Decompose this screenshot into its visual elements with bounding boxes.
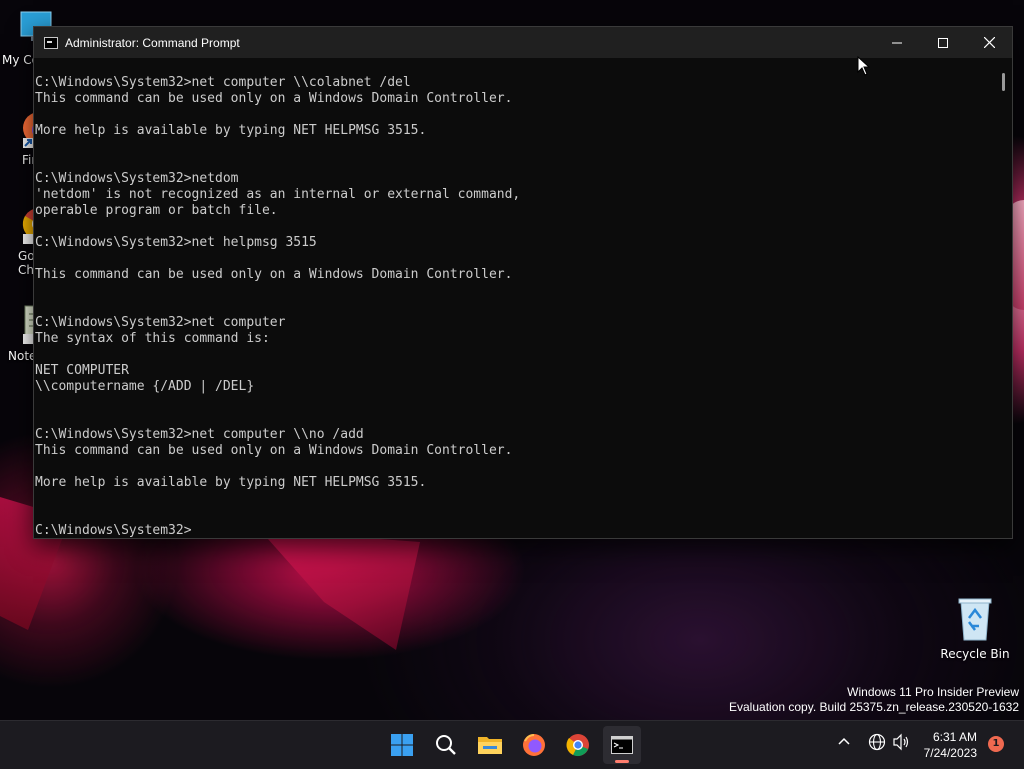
taskbar-command-prompt[interactable] bbox=[603, 726, 641, 764]
console-line: This command can be used only on a Windo… bbox=[35, 91, 513, 106]
taskbar-file-explorer[interactable] bbox=[471, 726, 509, 764]
mouse-cursor-icon bbox=[857, 55, 871, 80]
taskbar-clock[interactable]: 6:31 AM 7/24/2023 bbox=[924, 729, 977, 761]
windows-watermark: Windows 11 Pro Insider Preview Evaluatio… bbox=[729, 685, 1019, 715]
close-icon bbox=[983, 37, 995, 48]
console-line: More help is available by typing NET HEL… bbox=[35, 123, 427, 138]
notification-badge[interactable]: 1 bbox=[988, 736, 1004, 752]
command-prompt-icon bbox=[44, 36, 58, 49]
windows-start-icon bbox=[391, 734, 413, 756]
console-line: This command can be used only on a Windo… bbox=[35, 267, 513, 282]
folder-icon bbox=[478, 737, 502, 754]
globe-icon bbox=[868, 733, 886, 751]
console-line: C:\Windows\System32>net helpmsg 3515 bbox=[35, 235, 317, 250]
show-hidden-icons-button[interactable] bbox=[837, 733, 851, 752]
maximize-button[interactable] bbox=[920, 27, 966, 58]
volume-control[interactable] bbox=[892, 733, 910, 755]
window-titlebar[interactable]: Administrator: Command Prompt bbox=[34, 27, 1012, 58]
minimize-button[interactable] bbox=[874, 27, 920, 58]
clock-time: 6:31 AM bbox=[932, 730, 977, 744]
console-line: NET COMPUTER bbox=[35, 363, 129, 378]
console-line: C:\Windows\System32>net computer \\no /a… bbox=[35, 427, 364, 442]
desktop-icon-label: Recycle Bin bbox=[940, 647, 1010, 661]
console-line: 'netdom' is not recognized as an interna… bbox=[35, 187, 521, 202]
vertical-scrollbar[interactable] bbox=[995, 58, 1012, 538]
console-line: This command can be used only on a Windo… bbox=[35, 443, 513, 458]
search-icon bbox=[436, 735, 456, 755]
console-line: \\computername {/ADD | /DEL} bbox=[35, 379, 255, 394]
recycle-bin-icon bbox=[940, 596, 1010, 645]
maximize-icon bbox=[938, 37, 948, 48]
firefox-icon bbox=[523, 734, 545, 756]
terminal-icon bbox=[611, 736, 633, 754]
close-button[interactable] bbox=[966, 27, 1012, 58]
network-status[interactable] bbox=[868, 733, 886, 755]
minimize-icon bbox=[892, 42, 902, 43]
taskbar-search-button[interactable] bbox=[427, 726, 465, 764]
window-controls bbox=[874, 27, 1012, 58]
console-line: The syntax of this command is: bbox=[35, 331, 270, 346]
desktop-icon-recycle-bin[interactable]: Recycle Bin bbox=[940, 596, 1010, 661]
console-output[interactable]: C:\Windows\System32>net computer \\colab… bbox=[34, 58, 995, 538]
console-line: More help is available by typing NET HEL… bbox=[35, 475, 427, 490]
taskbar-start-button[interactable] bbox=[383, 726, 421, 764]
console-line: operable program or batch file. bbox=[35, 203, 278, 218]
taskbar: 6:31 AM 7/24/2023 1 bbox=[0, 720, 1024, 769]
watermark-edition: Windows 11 Pro Insider Preview bbox=[847, 685, 1019, 699]
chrome-icon bbox=[566, 734, 589, 757]
console-line: C:\Windows\System32>netdom bbox=[35, 171, 239, 186]
taskbar-firefox[interactable] bbox=[515, 726, 553, 764]
console-line: C:\Windows\System32>net computer bbox=[35, 315, 286, 330]
clock-date: 7/24/2023 bbox=[923, 746, 977, 760]
taskbar-chrome[interactable] bbox=[559, 726, 597, 764]
command-prompt-window[interactable]: Administrator: Command Prompt C:\Windows… bbox=[33, 26, 1013, 539]
speaker-icon bbox=[893, 733, 909, 751]
scrollbar-thumb[interactable] bbox=[1002, 73, 1005, 91]
active-app-indicator bbox=[615, 760, 629, 763]
console-line: C:\Windows\System32> bbox=[35, 523, 192, 538]
watermark-build: Evaluation copy. Build 25375.zn_release.… bbox=[729, 700, 1019, 714]
chevron-up-icon bbox=[838, 737, 850, 745]
wallpaper-petal bbox=[260, 530, 420, 650]
console-line: C:\Windows\System32>net computer \\colab… bbox=[35, 75, 411, 90]
window-title: Administrator: Command Prompt bbox=[65, 35, 240, 50]
